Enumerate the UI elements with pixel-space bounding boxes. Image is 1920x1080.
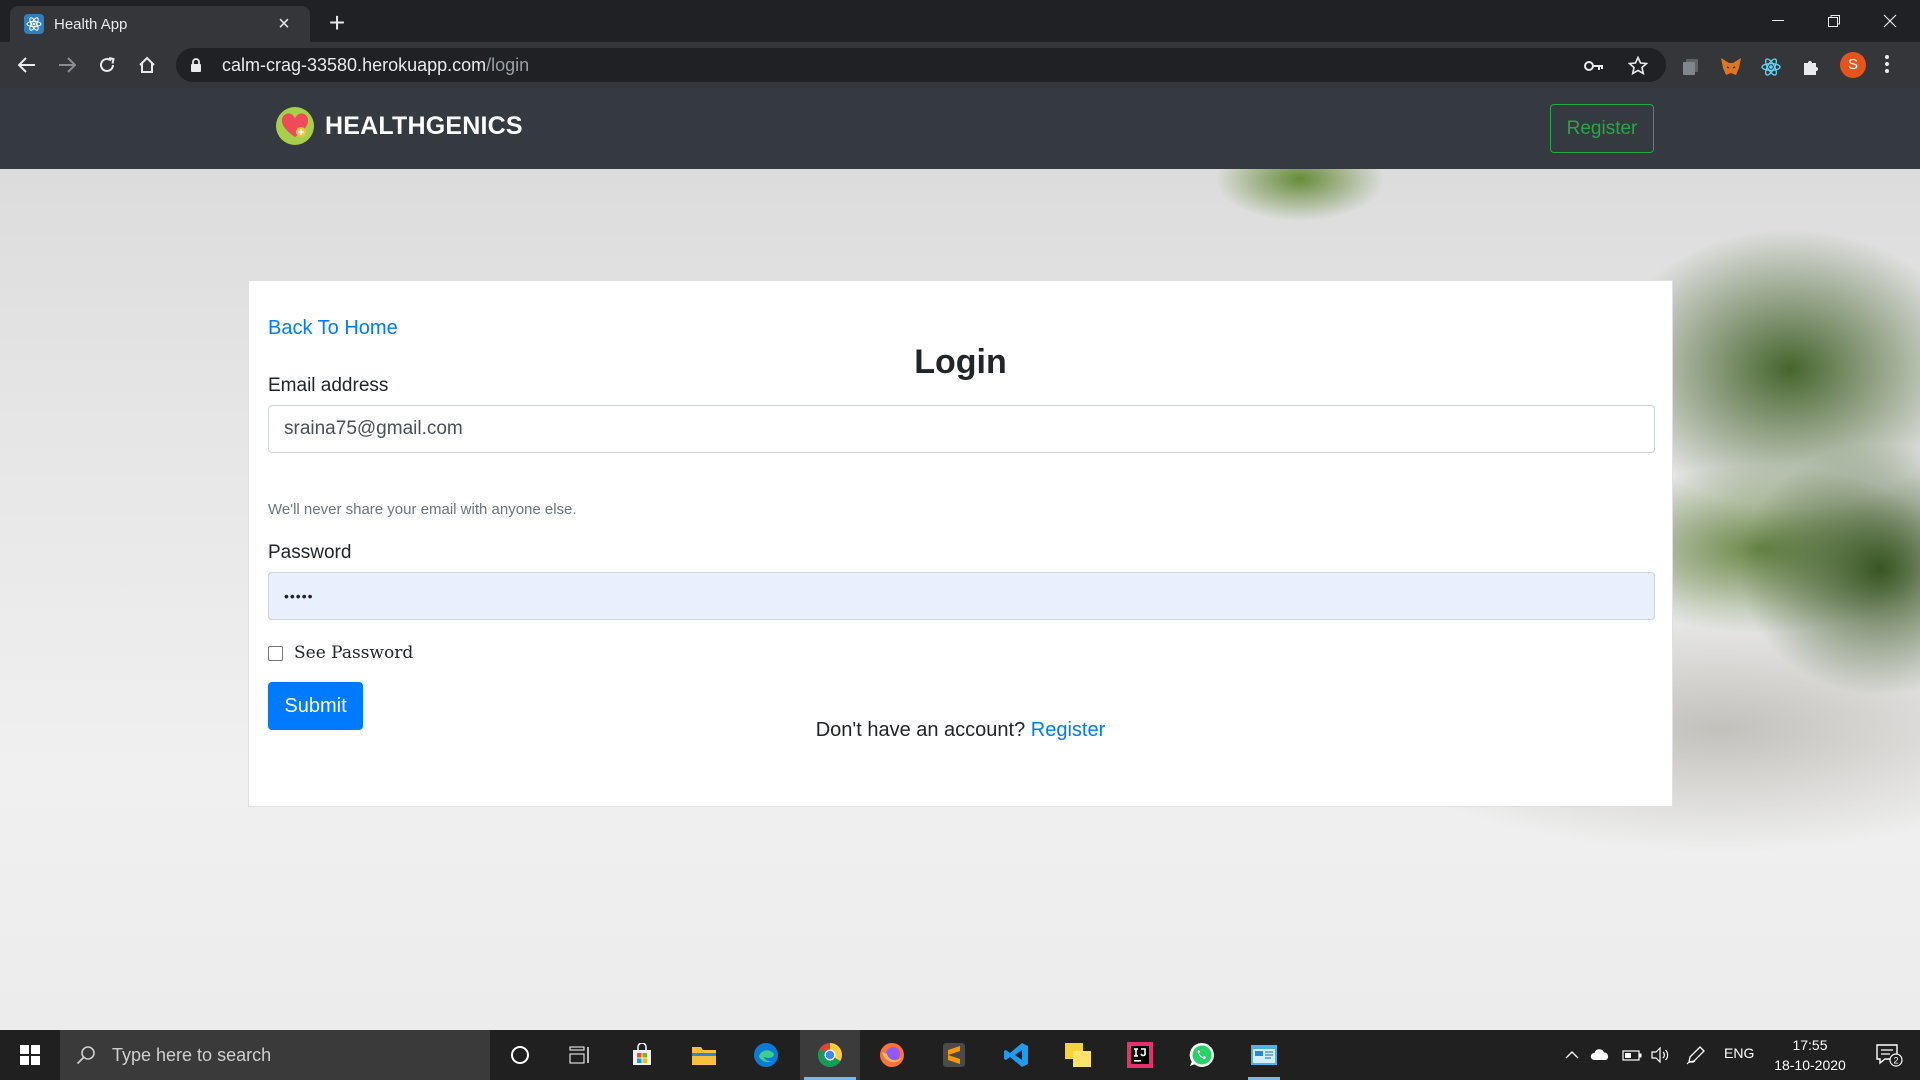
register-link[interactable]: Register [1031,719,1105,741]
notification-count: 2 [1893,1056,1898,1066]
tab-title: Health App [54,15,128,33]
browser-toolbar: calm-crag-33580.herokuapp.com/login S [0,42,1920,88]
tab-close-icon[interactable]: × [272,13,296,36]
password-label: Password [268,542,352,563]
key-icon[interactable] [1584,56,1604,76]
sticky-notes-icon[interactable] [1048,1030,1108,1080]
react-favicon-icon [24,14,44,34]
forward-arrow-icon[interactable] [52,50,82,80]
onedrive-cloud-icon[interactable] [1590,1045,1610,1065]
chevron-up-icon[interactable] [1562,1045,1582,1065]
email-label: Email address [268,375,389,396]
clock-date: 18-10-2020 [1774,1057,1846,1073]
close-window-button[interactable] [1862,0,1918,42]
taskbar-search-box[interactable]: Type here to search [60,1030,490,1080]
address-bar[interactable]: calm-crag-33580.herokuapp.com/login [176,48,1666,82]
battery-icon[interactable] [1622,1045,1642,1065]
navbar-register-button[interactable]: Register [1550,104,1654,153]
volume-icon[interactable] [1650,1045,1670,1065]
microsoft-store-icon[interactable] [612,1030,672,1080]
task-view-icon[interactable] [550,1030,610,1080]
email-field[interactable]: sraina75@gmail.com [268,405,1655,453]
metamask-fox-icon[interactable] [1720,56,1742,78]
signup-prompt-row: Don't have an account? Register [249,719,1672,742]
action-center-icon[interactable]: 2 [1864,1030,1914,1080]
firefox-icon[interactable] [862,1030,922,1080]
background-image: Back To Home Login Email address sraina7… [0,169,1920,1030]
browser-tab[interactable]: Health App × [10,6,310,42]
heart-logo-icon [276,107,314,145]
search-icon [76,1045,98,1065]
taskbar-clock[interactable]: 17:55 18-10-2020 [1760,1035,1860,1075]
search-placeholder: Type here to search [112,1044,272,1065]
intellij-icon[interactable] [1110,1030,1170,1080]
react-devtools-icon[interactable] [1760,56,1782,78]
extensions-puzzle-icon[interactable] [1800,56,1822,78]
brand[interactable]: HEALTHGENICS [275,106,523,146]
signup-prompt: Don't have an account? [815,719,1026,741]
password-value: ••••• [284,588,314,604]
see-password-row: See Password [268,643,413,663]
cortana-icon[interactable] [490,1030,550,1080]
clock-time: 17:55 [1792,1037,1828,1053]
sublime-text-icon[interactable] [924,1030,984,1080]
see-password-label[interactable]: See Password [294,643,413,663]
login-card: Back To Home Login Email address sraina7… [248,280,1673,807]
windows-start-icon[interactable] [0,1030,60,1080]
web-page: HEALTHGENICS Register Back To Home Login… [0,88,1920,1030]
url-host: calm-crag-33580.herokuapp.com [222,54,487,75]
back-arrow-icon[interactable] [12,50,42,80]
email-help-text: We'll never share your email with anyone… [268,501,577,518]
lock-icon[interactable] [190,57,208,73]
profile-avatar[interactable]: S [1840,52,1866,78]
browser-tabstrip: Health App × + [0,0,1920,42]
password-field[interactable]: ••••• [268,572,1655,620]
page-title: Login [914,343,1007,381]
file-explorer-icon[interactable] [674,1030,734,1080]
extension-cards-icon[interactable] [1680,56,1702,78]
bookmark-star-icon[interactable] [1628,56,1648,76]
edge-icon[interactable] [736,1030,796,1080]
new-tab-button[interactable]: + [322,8,352,38]
windows-taskbar: Type here to search ENG 17:55 18-10-2020… [0,1030,1920,1080]
browser-menu-icon[interactable] [1884,54,1894,74]
url-path: /login [486,54,530,75]
home-icon[interactable] [132,50,162,80]
brand-name: HEALTHGENICS [325,111,523,140]
vscode-icon[interactable] [986,1030,1046,1080]
back-to-home-link[interactable]: Back To Home [268,317,398,340]
restore-button[interactable] [1806,0,1862,42]
app-navbar: HEALTHGENICS Register [0,88,1920,169]
language-indicator[interactable]: ENG [1724,1045,1754,1061]
pen-workspace-icon[interactable] [1686,1045,1706,1065]
minimize-button[interactable] [1750,0,1806,42]
see-password-checkbox[interactable] [268,645,283,661]
chrome-icon[interactable] [800,1030,860,1080]
email-value: sraina75@gmail.com [284,418,463,439]
whatsapp-icon[interactable] [1172,1030,1232,1080]
reload-icon[interactable] [92,50,122,80]
control-panel-icon[interactable] [1234,1030,1294,1080]
